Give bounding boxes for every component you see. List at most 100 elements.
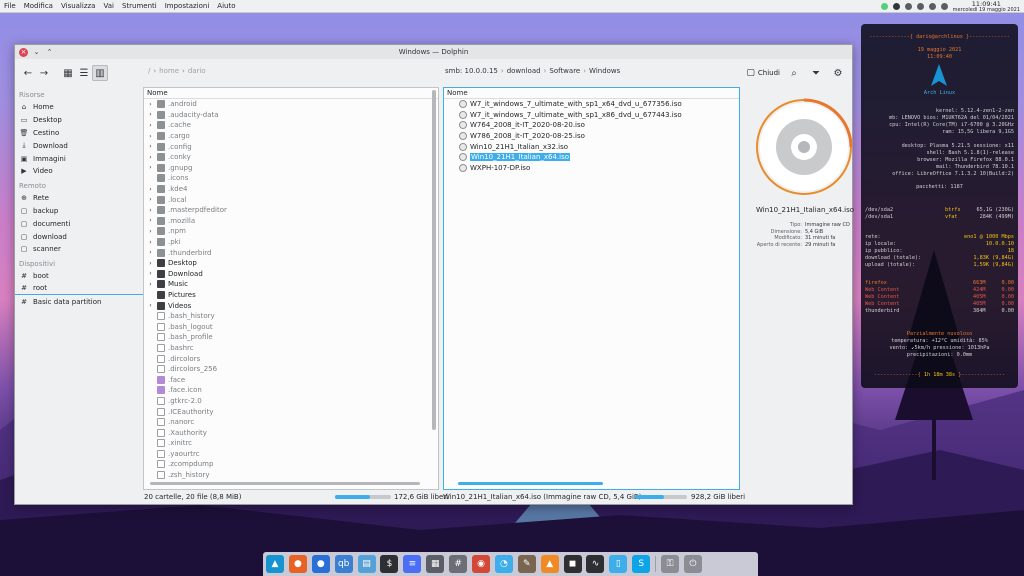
places-item-backup[interactable]: ▢ backup bbox=[15, 205, 143, 218]
places-item-boot[interactable]: # boot bbox=[15, 270, 143, 283]
file-row[interactable]: › Videos bbox=[144, 300, 438, 311]
file-row[interactable]: Win10_21H1_Italian_x64.iso bbox=[444, 152, 739, 163]
file-row[interactable]: › .local bbox=[144, 194, 438, 205]
back-arrow-icon[interactable]: ← bbox=[20, 65, 36, 81]
file-row[interactable]: .zcompdump bbox=[144, 459, 438, 470]
file-row[interactable]: WXPH-107-DP.iso bbox=[444, 163, 739, 174]
breadcrumb-item[interactable]: download bbox=[504, 67, 544, 75]
file-row[interactable]: .xinitrc bbox=[144, 438, 438, 449]
expand-arrow-icon[interactable]: › bbox=[147, 207, 154, 214]
expand-arrow-icon[interactable]: › bbox=[147, 143, 154, 150]
file-row[interactable]: W7_it_windows_7_ultimate_with_sp1_x64_dv… bbox=[444, 99, 739, 110]
file-row[interactable]: › Download bbox=[144, 269, 438, 280]
maximize-icon[interactable]: ⌃ bbox=[45, 48, 54, 57]
file-row[interactable]: › Music bbox=[144, 279, 438, 290]
expand-arrow-icon[interactable]: › bbox=[147, 196, 154, 203]
left-vertical-scrollbar[interactable] bbox=[432, 90, 436, 430]
calculator-icon[interactable]: # bbox=[449, 555, 468, 573]
file-row[interactable]: W786_2008_it-IT_2020-08-25.iso bbox=[444, 131, 739, 142]
breadcrumb-item[interactable]: Software bbox=[546, 67, 583, 75]
expand-arrow-icon[interactable]: › bbox=[147, 164, 154, 171]
file-row[interactable]: .Xauthority bbox=[144, 427, 438, 438]
file-row[interactable]: .yaourtrc bbox=[144, 449, 438, 460]
file-row[interactable]: › .npm bbox=[144, 226, 438, 237]
qbittorrent-icon[interactable]: qb bbox=[334, 555, 353, 573]
places-item-download[interactable]: ⤓ Download bbox=[15, 139, 143, 152]
breadcrumb-item[interactable]: dario bbox=[185, 67, 209, 75]
kate-icon[interactable]: ≡ bbox=[403, 555, 422, 573]
file-row[interactable]: › .kde4 bbox=[144, 184, 438, 195]
places-item-immagini[interactable]: ▣ Immagini bbox=[15, 152, 143, 165]
document-viewer-icon[interactable]: ▯ bbox=[609, 555, 628, 573]
right-name-column-header[interactable]: Nome bbox=[444, 88, 739, 99]
breadcrumb-item[interactable]: home bbox=[156, 67, 182, 75]
file-row[interactable]: .bash_profile bbox=[144, 332, 438, 343]
skype-icon[interactable]: S bbox=[632, 555, 651, 573]
file-row[interactable]: › .android bbox=[144, 99, 438, 110]
forward-arrow-icon[interactable]: → bbox=[36, 65, 52, 81]
left-horizontal-scrollbar[interactable] bbox=[150, 482, 420, 485]
libreoffice-icon[interactable]: ▦ bbox=[426, 555, 445, 573]
file-row[interactable]: .gtkrc-2.0 bbox=[144, 396, 438, 407]
expand-arrow-icon[interactable]: › bbox=[147, 217, 154, 224]
file-row[interactable]: › Desktop bbox=[144, 258, 438, 269]
file-row[interactable]: › .config bbox=[144, 141, 438, 152]
vlc-icon[interactable]: ▲ bbox=[540, 555, 559, 573]
file-row[interactable]: .icons bbox=[144, 173, 438, 184]
file-row[interactable]: › .cargo bbox=[144, 131, 438, 142]
places-item-desktop[interactable]: ▭ Desktop bbox=[15, 114, 143, 127]
places-item-rete[interactable]: ⊕ Rete bbox=[15, 192, 143, 205]
konsole-icon[interactable]: $ bbox=[380, 555, 399, 573]
dolphin-icon[interactable]: ▤ bbox=[357, 555, 376, 573]
expand-arrow-icon[interactable]: › bbox=[147, 154, 154, 161]
right-file-pane[interactable]: Nome W7_it_windows_7_ultimate_with_sp1_x… bbox=[443, 87, 740, 490]
places-item-home[interactable]: ⌂ Home bbox=[15, 101, 143, 114]
places-item-video[interactable]: ▶ Video bbox=[15, 165, 143, 178]
file-row[interactable]: › .audacity-data bbox=[144, 110, 438, 121]
file-row[interactable]: › .pki bbox=[144, 237, 438, 248]
close-window-icon[interactable]: × bbox=[19, 47, 28, 57]
file-row[interactable]: W764_2008_it-IT_2020-08-20.iso bbox=[444, 120, 739, 131]
breadcrumb-item[interactable]: / bbox=[145, 67, 153, 75]
expand-arrow-icon[interactable]: › bbox=[147, 101, 154, 108]
expand-arrow-icon[interactable]: › bbox=[147, 133, 154, 140]
expand-arrow-icon[interactable]: › bbox=[147, 122, 154, 129]
expand-arrow-icon[interactable]: › bbox=[147, 281, 154, 288]
file-row[interactable]: .face.icon bbox=[144, 385, 438, 396]
system-monitor-icon[interactable]: ∿ bbox=[586, 555, 605, 573]
breadcrumb-item[interactable]: smb: 10.0.0.15 bbox=[442, 67, 501, 75]
right-horizontal-scrollbar[interactable] bbox=[458, 482, 603, 485]
details-view-icon[interactable]: ☰ bbox=[76, 65, 92, 81]
file-row[interactable]: › .masterpdfeditor bbox=[144, 205, 438, 216]
breadcrumb-item[interactable]: Windows bbox=[586, 67, 623, 75]
search-icon[interactable]: ⌕ bbox=[786, 65, 802, 81]
file-row[interactable]: .face bbox=[144, 374, 438, 385]
file-row[interactable]: .nanorc bbox=[144, 417, 438, 428]
places-item-download[interactable]: ▢ download bbox=[15, 230, 143, 243]
places-item-basic-data-partition[interactable]: # Basic data partition bbox=[15, 295, 143, 308]
expand-arrow-icon[interactable]: › bbox=[147, 249, 154, 256]
lock-screen-icon[interactable]: ⚿ bbox=[661, 555, 680, 573]
file-row[interactable]: .bash_logout bbox=[144, 321, 438, 332]
expand-arrow-icon[interactable]: › bbox=[147, 228, 154, 235]
left-file-pane[interactable]: Nome › .android › .audacity-data › .cache › .ca… bbox=[143, 87, 439, 490]
file-row[interactable]: Win10_21H1_Italian_x32.iso bbox=[444, 141, 739, 152]
expand-arrow-icon[interactable]: › bbox=[147, 111, 154, 118]
left-name-column-header[interactable]: Nome bbox=[144, 88, 438, 99]
firefox-icon[interactable]: ● bbox=[288, 555, 307, 573]
close-split-button[interactable]: ▢ Chiudi bbox=[746, 68, 780, 78]
file-row[interactable]: .bashrc bbox=[144, 343, 438, 354]
media-player-icon[interactable]: ◼ bbox=[563, 555, 582, 573]
file-row[interactable]: Pictures bbox=[144, 290, 438, 301]
disk-usage-icon[interactable]: ◔ bbox=[494, 555, 513, 573]
window-titlebar[interactable]: × ⌄ ⌃ Windows — Dolphin bbox=[15, 45, 852, 59]
file-row[interactable]: .bash_history bbox=[144, 311, 438, 322]
file-row[interactable]: .dircolors bbox=[144, 353, 438, 364]
file-row[interactable]: › .gnupg bbox=[144, 163, 438, 174]
file-row[interactable]: › .thunderbird bbox=[144, 247, 438, 258]
places-item-cestino[interactable]: 🗑 Cestino bbox=[15, 127, 143, 140]
file-row[interactable]: › .cache bbox=[144, 120, 438, 131]
icons-view-icon[interactable]: ▦ bbox=[60, 65, 76, 81]
filter-icon[interactable]: ⏷ bbox=[808, 65, 824, 81]
expand-arrow-icon[interactable]: › bbox=[147, 239, 154, 246]
